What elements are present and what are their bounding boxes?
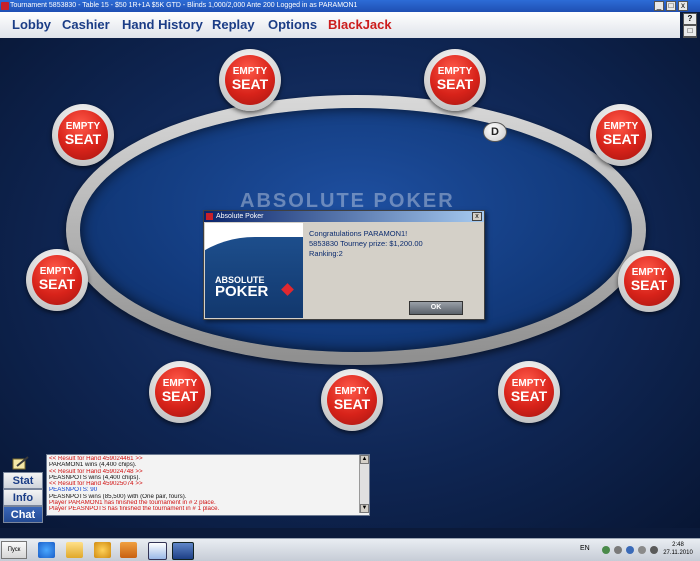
congrats-text: Congratulations PARAMON1! [309,229,408,238]
seat-label-bottom: SEAT [64,131,102,147]
dialog-app-icon [206,213,213,220]
seat-label-bottom: SEAT [602,131,640,147]
window-title: Tournament 5853830 - Table 15 - $50 1R+1… [10,2,358,9]
tab-chat[interactable]: Chat [3,506,43,523]
seat-label-bottom: SEAT [436,76,474,92]
document-icon[interactable] [148,542,167,560]
folder-icon[interactable] [66,542,83,558]
empty-seat-4[interactable]: EMPTY SEAT [590,104,652,166]
seat-label-bottom: SEAT [161,388,199,404]
taskbar: Пуск EN 2:48 27.11.2010 [0,538,700,561]
prize-dialog: Absolute Poker x ABSOLUTE POKER Congratu… [203,210,485,320]
menu-cashier[interactable]: Cashier [62,17,110,32]
tray-display-icon[interactable] [650,546,658,554]
tray-volume-icon[interactable] [638,546,646,554]
seat-label-bottom: SEAT [38,276,76,292]
dialog-brand-panel: ABSOLUTE POKER [205,223,303,318]
language-indicator[interactable]: EN [580,545,590,552]
dialog-title-bar: Absolute Poker x [204,211,484,222]
notes-icon[interactable] [12,456,30,470]
app-icon [1,2,9,10]
prize-text: 5853830 Tourney prize: $1,200.00 [309,239,423,248]
absolute-poker-task-icon[interactable] [172,542,194,560]
empty-seat-2[interactable]: EMPTY SEAT [424,49,486,111]
menu-blackjack[interactable]: BlackJack [328,17,392,32]
start-button[interactable]: Пуск [1,541,27,559]
chat-lines: << Result for Hand 459024461 >> PARAMON1… [49,456,355,513]
brand-line-2: POKER [215,283,269,300]
menu-bar: Lobby Cashier Hand History Replay Option… [0,12,680,39]
chat-scrollbar[interactable]: ▲ ▼ [359,455,369,513]
clock[interactable]: 2:48 27.11.2010 [658,541,698,557]
dealer-button-icon: D [483,122,507,142]
seat-label-bottom: SEAT [333,396,371,412]
clock-date: 27.11.2010 [663,550,693,556]
tab-stat[interactable]: Stat [3,472,43,489]
tray-update-icon[interactable] [626,546,634,554]
scroll-down-button[interactable]: ▼ [360,504,369,513]
messenger-icon[interactable] [94,542,111,558]
menu-replay[interactable]: Replay [212,17,255,32]
seat-label-bottom: SEAT [630,277,668,293]
chat-log[interactable]: << Result for Hand 459024461 >> PARAMON1… [46,454,370,516]
empty-seat-8[interactable]: EMPTY SEAT [498,361,560,423]
layout-tool-button[interactable]: □ [683,25,697,37]
seat-label-bottom: SEAT [231,76,269,92]
menu-hand-history[interactable]: Hand History [122,17,203,32]
empty-seat-3[interactable]: EMPTY SEAT [52,104,114,166]
system-tray: EN 2:48 27.11.2010 [580,539,700,561]
help-tool-button[interactable]: ? [683,13,697,25]
ranking-text: Ranking:2 [309,249,343,258]
media-player-icon[interactable] [120,542,137,558]
minimize-button[interactable]: _ [654,1,664,11]
empty-seat-1[interactable]: EMPTY SEAT [219,49,281,111]
window-title-bar: Tournament 5853830 - Table 15 - $50 1R+1… [0,0,700,12]
browser-icon[interactable] [38,542,55,558]
tray-shield-icon[interactable] [614,546,622,554]
dialog-title: Absolute Poker [216,213,264,220]
maximize-button[interactable]: □ [666,1,676,11]
ok-button[interactable]: OK [409,301,463,315]
empty-seat-7[interactable]: EMPTY SEAT [149,361,211,423]
menu-lobby[interactable]: Lobby [12,17,51,32]
clock-time: 2:48 [672,542,684,548]
close-button[interactable]: x [678,1,688,11]
tab-info[interactable]: Info [3,489,43,506]
dialog-message: Congratulations PARAMON1! 5853830 Tourne… [309,229,423,259]
dialog-close-button[interactable]: x [472,212,482,221]
tray-network-icon[interactable] [602,546,610,554]
seat-label-bottom: SEAT [510,388,548,404]
empty-seat-9[interactable]: EMPTY SEAT [321,369,383,431]
menu-options[interactable]: Options [268,17,317,32]
scroll-up-button[interactable]: ▲ [360,455,369,464]
empty-seat-6[interactable]: EMPTY SEAT [618,250,680,312]
empty-seat-5[interactable]: EMPTY SEAT [26,249,88,311]
chat-line: Player PEASNPOTS has finished the tourna… [49,506,220,513]
